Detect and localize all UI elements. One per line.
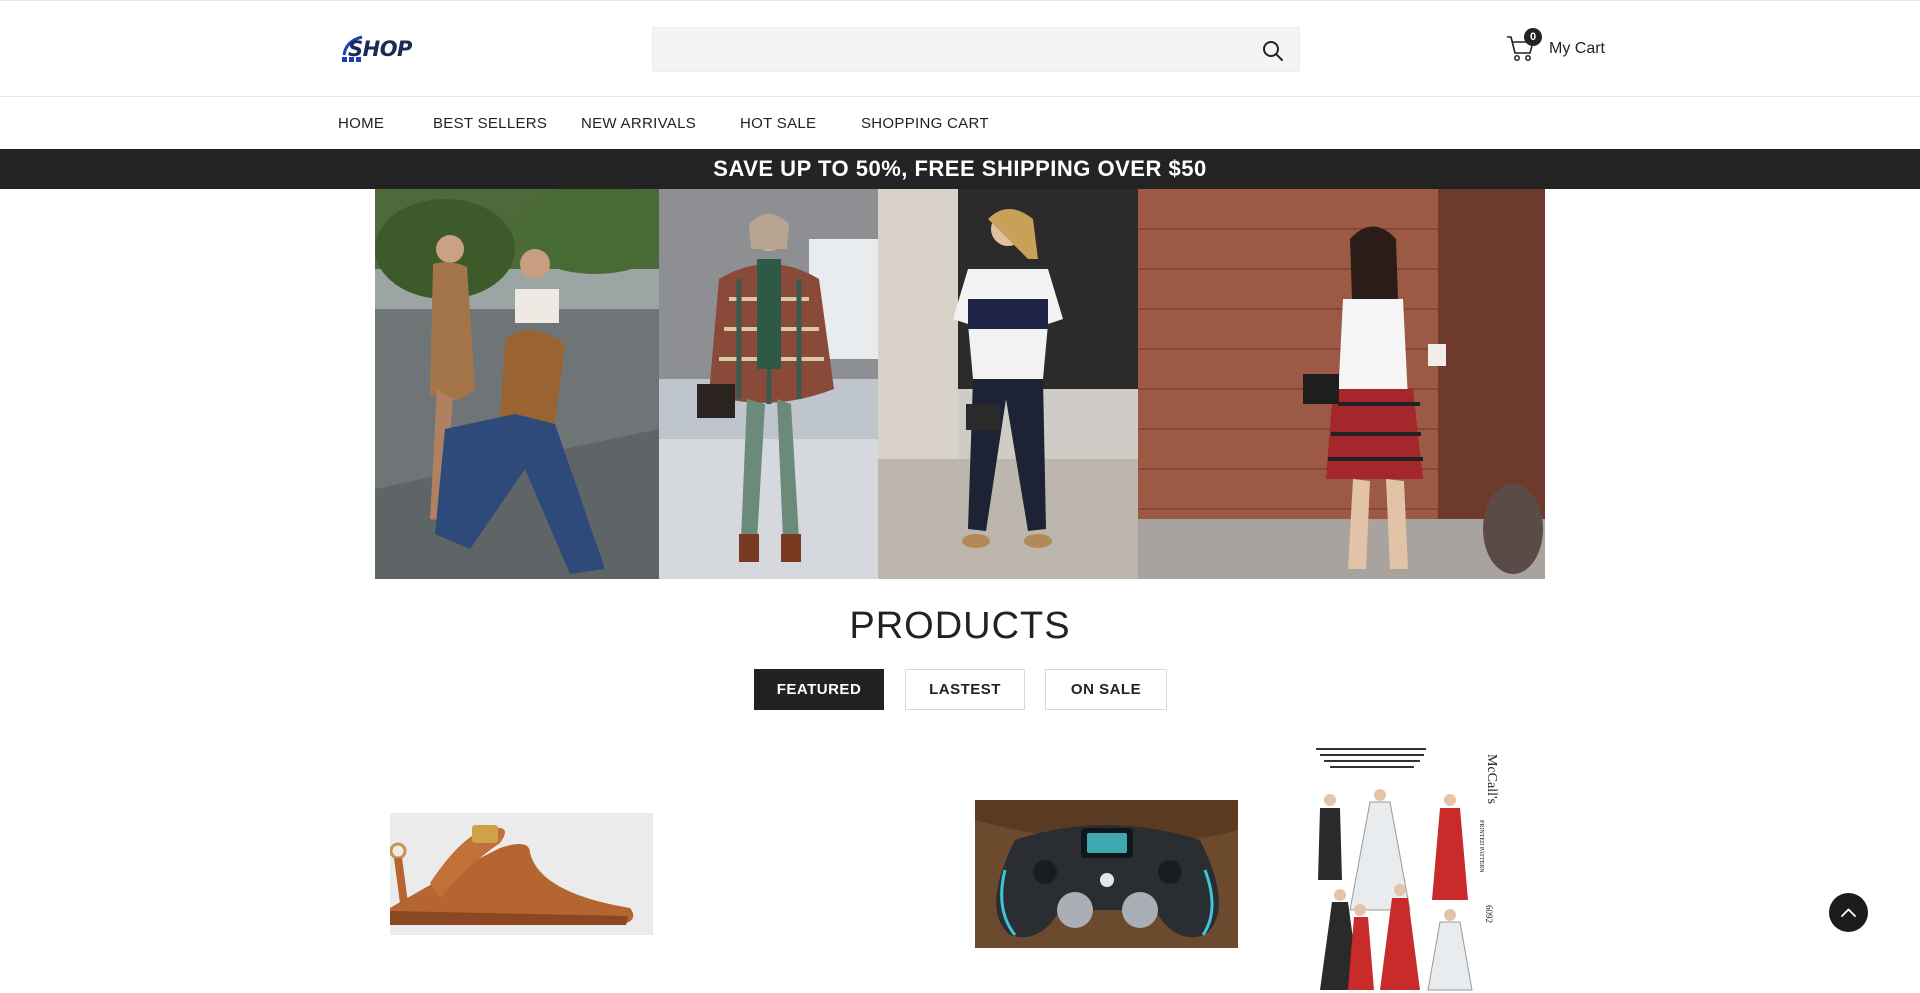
tab-on-sale[interactable]: ON SALE xyxy=(1045,669,1167,710)
nav-item-hot-sale[interactable]: HOT SALE xyxy=(740,115,816,132)
hero-photo-plaid-poncho xyxy=(659,189,878,579)
tab-lastest[interactable]: LASTEST xyxy=(905,669,1025,710)
nav-item-best-sellers[interactable]: BEST SELLERS xyxy=(433,115,547,132)
promo-text: SAVE UP TO 50%, FREE SHIPPING OVER $50 xyxy=(713,156,1207,181)
nav-item-new-arrivals[interactable]: NEW ARRIVALS xyxy=(581,115,696,132)
cart-count-badge: 0 xyxy=(1524,28,1542,46)
cart-label: My Cart xyxy=(1549,40,1605,57)
product-image-sewing-pattern[interactable]: McCall's PRINTED PATTERN 6092 xyxy=(1300,740,1500,993)
hero-banner[interactable] xyxy=(375,189,1545,579)
nav-item-home[interactable]: HOME xyxy=(338,115,384,132)
pattern-brand: McCall's xyxy=(1484,754,1499,804)
hero-photo-street-duo xyxy=(375,189,659,579)
product-image-game-controller[interactable] xyxy=(975,800,1238,948)
search-bar xyxy=(652,27,1300,72)
products-heading: PRODUCTS xyxy=(849,605,1071,647)
logo-text: SHOP xyxy=(348,37,412,61)
hero-photo-brick-wall xyxy=(1138,189,1545,579)
site-header: SHOP 0 My Cart xyxy=(0,0,1920,97)
pattern-tag: PRINTED PATTERN xyxy=(1478,820,1484,873)
back-to-top-button[interactable] xyxy=(1829,893,1868,932)
shop-logo[interactable]: SHOP xyxy=(340,31,412,67)
chevron-up-icon xyxy=(1841,908,1856,917)
hero-photo-striped-tee xyxy=(878,189,1138,579)
search-input[interactable] xyxy=(665,36,1225,64)
search-icon[interactable] xyxy=(1261,39,1285,63)
nav-item-shopping-cart[interactable]: SHOPPING CART xyxy=(861,115,989,132)
product-image-sandal[interactable] xyxy=(390,813,653,935)
pattern-number: 6092 xyxy=(1484,905,1494,923)
tab-featured[interactable]: FEATURED xyxy=(754,669,884,710)
main-nav: HOME BEST SELLERS NEW ARRIVALS HOT SALE … xyxy=(0,97,1920,149)
cart-button[interactable]: 0 My Cart xyxy=(1506,28,1616,67)
promo-banner: SAVE UP TO 50%, FREE SHIPPING OVER $50 xyxy=(0,149,1920,189)
product-tabs: FEATURED LASTEST ON SALE xyxy=(0,669,1920,711)
